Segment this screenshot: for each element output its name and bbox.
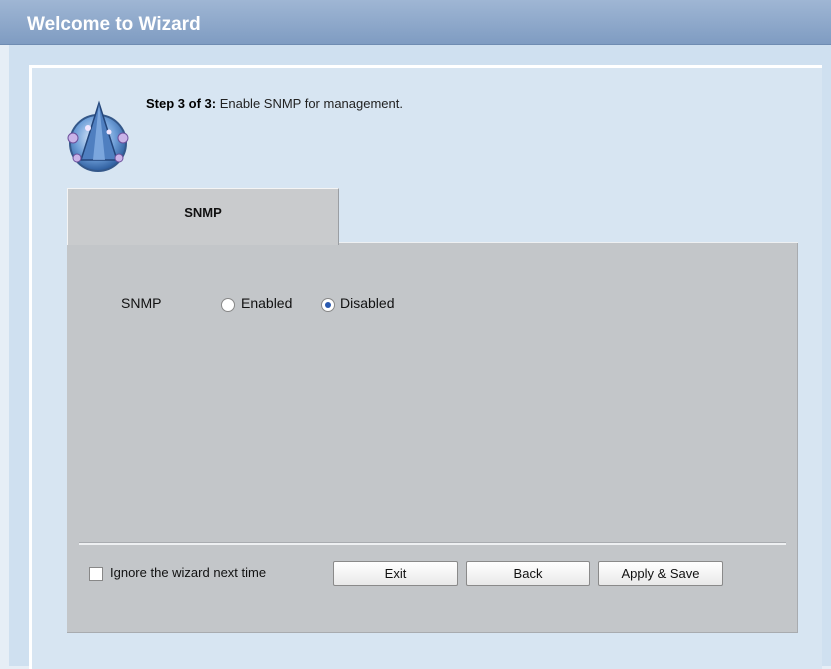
snmp-enabled-radio[interactable]: [221, 298, 235, 312]
snmp-disabled-label[interactable]: Disabled: [340, 295, 394, 311]
step-instruction: Step 3 of 3: Enable SNMP for management.: [146, 96, 403, 111]
snmp-disabled-radio[interactable]: [321, 298, 335, 312]
snmp-enabled-label[interactable]: Enabled: [241, 295, 292, 311]
title-bar: Welcome to Wizard: [0, 0, 831, 45]
step-indicator: Step 3 of 3:: [146, 96, 217, 111]
ignore-wizard-label[interactable]: Ignore the wizard next time: [110, 565, 266, 580]
ignore-wizard-checkbox[interactable]: [89, 567, 103, 581]
window-title: Welcome to Wizard: [27, 14, 201, 35]
tab-snmp-label: SNMP: [184, 205, 222, 220]
exit-button[interactable]: Exit: [333, 561, 458, 586]
wizard-hat-icon: [67, 100, 129, 172]
panel-top-edge: [337, 242, 798, 243]
step-description: Enable SNMP for management.: [216, 96, 403, 111]
apply-save-button[interactable]: Apply & Save: [598, 561, 723, 586]
snmp-label: SNMP: [121, 295, 162, 311]
tab-snmp[interactable]: SNMP: [67, 188, 339, 245]
back-button[interactable]: Back: [466, 561, 590, 586]
footer-divider: [79, 542, 786, 545]
